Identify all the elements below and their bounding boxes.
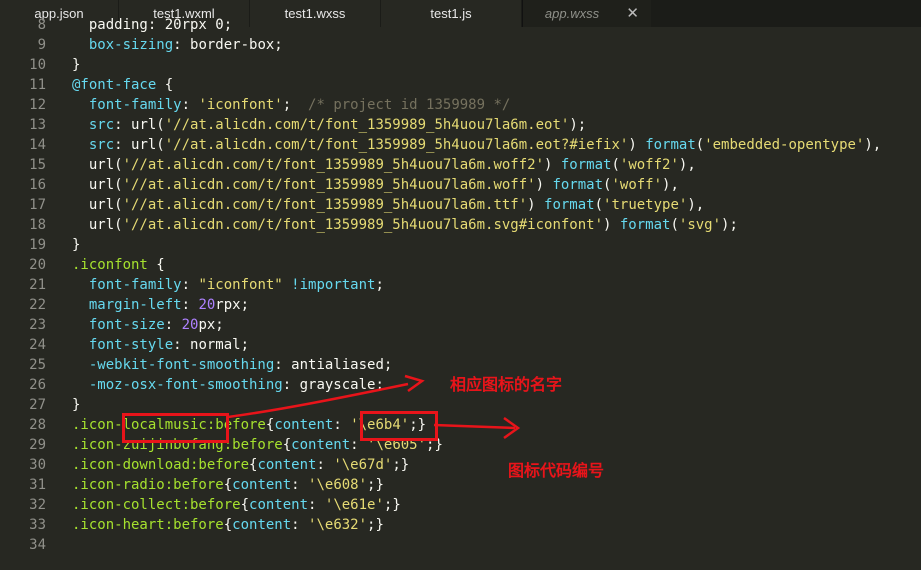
arrow-to-code-label	[433, 423, 516, 430]
annotation-icon-code: 图标代码编号	[508, 461, 605, 480]
annotation-icon-name: 相应图标的名字	[450, 375, 563, 394]
arrow-to-name-label	[227, 382, 409, 419]
annotation-arrows	[227, 374, 521, 440]
